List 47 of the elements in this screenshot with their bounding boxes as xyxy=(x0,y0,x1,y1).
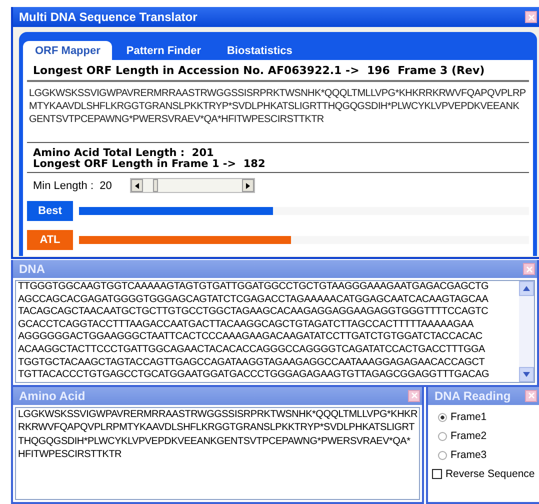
amino-line: THQGQGSDIH*PLWCYKLVPVEPDKVEEANKGENTSVTPCEPAWNG*PWERSVRAEV*QA* xyxy=(18,434,412,448)
scrollbar[interactable] xyxy=(519,281,534,382)
amino-line: RKRWVFQAPQVPLRPMTYKAAVDLSHFLKRGGTGRANSLPKKTRYP*SVDLPHKATSLIGRT xyxy=(18,421,416,435)
panel-title: DNA xyxy=(19,262,45,276)
dna-line: AGCCAGCACGAGATGGGGTGGGAGCAGTATCTCGAGACCTAGAAAAACATGGAGCAATCACAAGTAGCAA xyxy=(18,294,490,306)
tab[interactable]: ORF Mapper xyxy=(23,41,112,60)
tab[interactable]: Biostatistics xyxy=(214,41,304,60)
scroll-up-button[interactable] xyxy=(519,281,534,296)
reverse-checkbox[interactable]: Reverse Sequence xyxy=(428,464,539,484)
down-arrow-icon xyxy=(523,372,530,377)
frame-radio[interactable]: Frame2 xyxy=(428,426,539,446)
sequence-line: GENTSVTPCEPAWNG*PWERSVRAEV*QA*HFITWPESCIRSTTKTR xyxy=(29,113,325,126)
summary-text: Amino Acid Total Length : 201 xyxy=(33,148,215,159)
summary-text: Longest ORF Length in Frame 1 -> 182 xyxy=(33,159,266,170)
close-icon xyxy=(410,392,418,400)
dna-line: TGTTACACCCTGTGAGCCTGCATGGAATGGATGACCCTGGGAGAGAAGTGTTAGAGCGGAGGTTTGACAG xyxy=(18,369,490,382)
tab[interactable]: Pattern Finder xyxy=(114,41,213,60)
sequence-line: MTYKAAVDLSHFLKRGGTGRANSLPKKTRYP*SVDLPHKATSLIGRTTHQGQGSDIH*PLWCYKLVPVEPDKVEEANK xyxy=(29,100,520,113)
amino-line: LGGKWSKSSVIGWPAVRERMRRAASTRWGGSSISRPRKTWSNHK*QQQLTMLLVPG*KHKR xyxy=(18,408,418,422)
close-icon xyxy=(528,392,534,400)
dna-line: ACAAGGCTACTTCCCTGATTGGCAGAACTACACACCAGGGCCAGGGGTCAGATATCCACTGACCTTTGGA xyxy=(18,344,486,357)
window-title: Multi DNA Sequence Translator xyxy=(19,10,198,24)
close-button[interactable] xyxy=(525,390,537,402)
close-button[interactable] xyxy=(408,390,420,402)
dna-text-area[interactable] xyxy=(15,280,535,383)
up-arrow-icon xyxy=(523,286,530,291)
sequence-line: LGGKWSKSSVIGWPAVRERMRRAASTRWGGSSISRPRKTWSNHK*QQQLTMLLVPG*KHKRRKRWVFQAPQVPLRP xyxy=(29,87,527,100)
dna-line: TGGTGCTACAAGCTAGTACCAGTTGAGCCAGATAAGGTAGAAGAGGCCAATAAAGGAGAGAACACCAGCT xyxy=(18,356,486,370)
close-icon xyxy=(526,266,532,272)
panel-title: Amino Acid xyxy=(19,388,86,403)
dna-line: TTGGGTGGCAAGTGGTCAAAAAGTAGTGTGATTGGATGGCCTGCTGTAAGGGAAAGAATGAGACGAGCTG xyxy=(18,281,490,294)
orf-header: Longest ORF Length in Accession No. AF063922.1 -> 196 Frame 3 (Rev) xyxy=(27,62,529,82)
min-length-label: Min Length : 20 xyxy=(33,180,112,192)
bar-label: Best xyxy=(27,201,73,221)
amino-line: HFITWPESCIRSTTKTR xyxy=(18,448,123,462)
bar-label: ATL xyxy=(27,230,73,250)
amino-text-area[interactable] xyxy=(15,406,420,500)
frame-radio[interactable]: Frame1 xyxy=(428,408,539,427)
min-length-slider[interactable] xyxy=(130,178,255,193)
close-icon xyxy=(528,14,534,20)
panel-title: DNA Reading xyxy=(434,388,511,403)
frame-radio[interactable]: Frame3 xyxy=(428,446,539,465)
dna-line: TACAGCAGCTAACAATGCTGCTTGTGCCTGGCTAGAAGCACAAGAGGAGGAAGAGGTGGGTTTTCCAGTC xyxy=(18,306,490,319)
slider-thumb[interactable] xyxy=(152,179,158,192)
dna-line: GCACCTCAGGTACCTTTAAGACCAATGACTTACAAGGCAGCTGTAGATCTTAGCCACTTTTTAAAAAGAA xyxy=(18,318,474,332)
scroll-down-button[interactable] xyxy=(519,366,534,382)
dna-line: AGGGGGGACTGGAAGGGCTAATTCACTCCCAAAGAAGACAAGATATCCTTGATCTGTGGATCTACCACAC xyxy=(18,331,484,344)
